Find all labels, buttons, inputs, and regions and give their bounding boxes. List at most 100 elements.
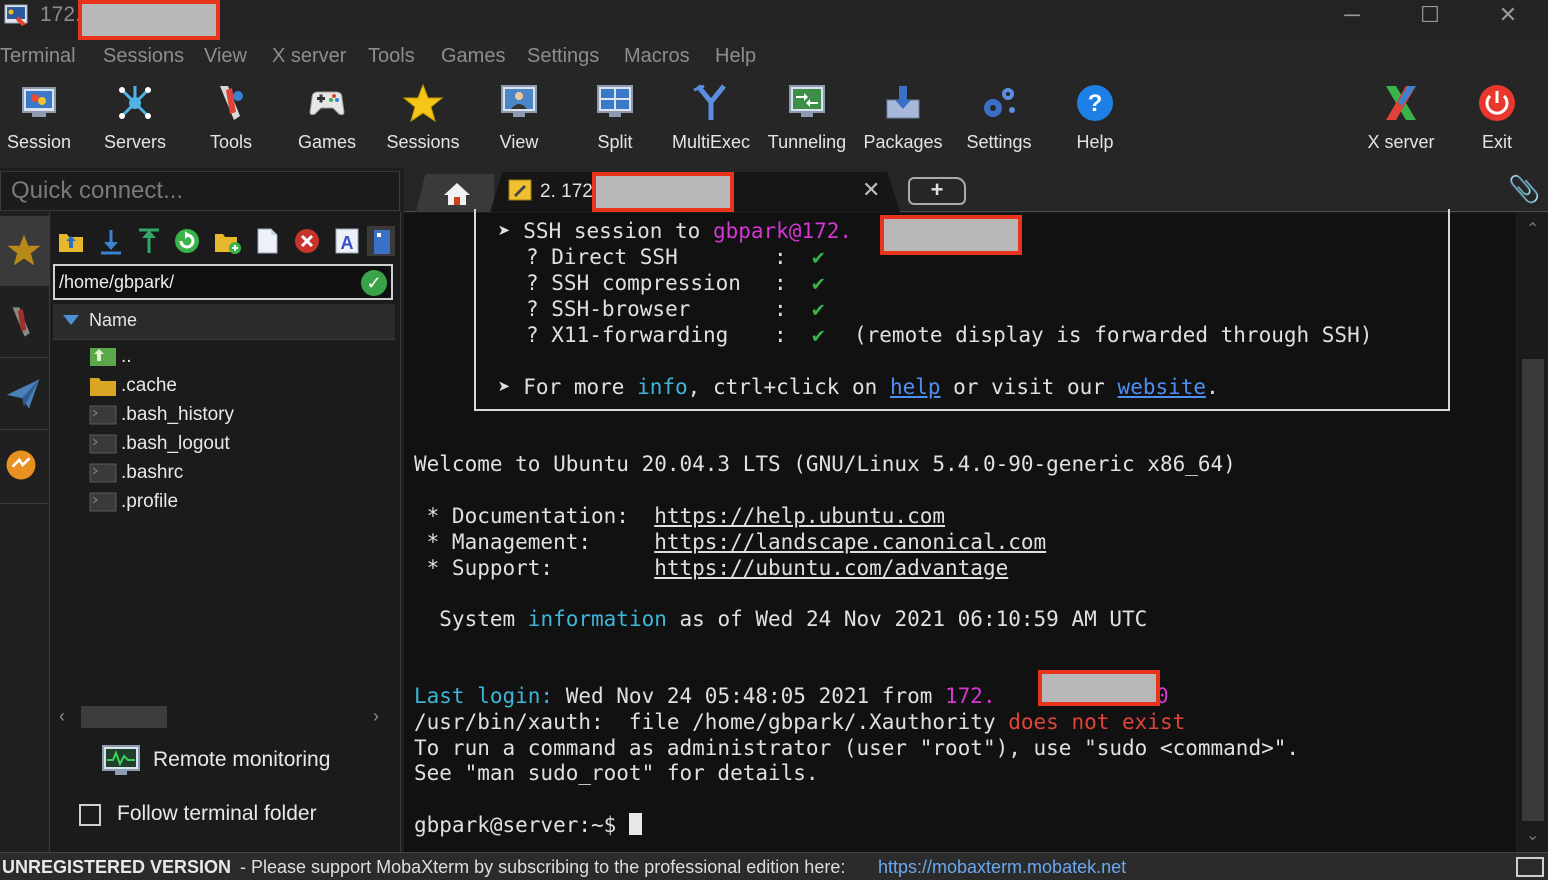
- scrollbar-thumb[interactable]: [81, 706, 167, 728]
- scroll-up-icon[interactable]: ⌃: [1526, 219, 1539, 239]
- close-button[interactable]: ✕: [1478, 0, 1538, 32]
- file-row[interactable]: ..: [89, 344, 389, 372]
- terminal-scrollbar[interactable]: ⌃ ⌄: [1518, 213, 1548, 852]
- scroll-left-icon[interactable]: ‹: [59, 706, 65, 727]
- sidebar-macros[interactable]: [0, 432, 50, 504]
- svg-text:A: A: [341, 233, 354, 253]
- file-row[interactable]: .bash_history: [89, 402, 389, 430]
- name-column-header[interactable]: Name: [53, 304, 395, 340]
- path-input[interactable]: [55, 266, 391, 298]
- menu-x-server[interactable]: X server: [272, 45, 346, 68]
- parent-folder-icon[interactable]: [57, 226, 85, 256]
- help-icon: ?: [1077, 85, 1113, 121]
- monitor-icon[interactable]: [1516, 857, 1544, 877]
- scroll-right-icon[interactable]: ›: [373, 706, 379, 727]
- multiexec-icon: [693, 84, 726, 120]
- menu-view[interactable]: View: [204, 45, 247, 68]
- file-row[interactable]: .profile: [89, 489, 389, 517]
- new-folder-icon[interactable]: [213, 226, 241, 256]
- sysinfo-line: System information as of Wed 24 Nov 2021…: [414, 607, 1147, 631]
- new-file-icon[interactable]: [253, 226, 281, 256]
- redacted-ssh-host: [880, 215, 1022, 255]
- ssh-user: gbpark@172.: [712, 219, 853, 243]
- check-icon: ✔: [812, 271, 825, 295]
- upload-icon[interactable]: [135, 226, 163, 256]
- settings-button[interactable]: Settings: [951, 76, 1047, 168]
- menu-macros[interactable]: Macros: [624, 45, 690, 68]
- menu-terminal[interactable]: Terminal: [0, 45, 76, 68]
- delete-icon[interactable]: [293, 226, 321, 256]
- sort-descending-icon: [63, 315, 79, 325]
- follow-terminal-folder[interactable]: Follow terminal folder: [77, 800, 387, 832]
- exit-button[interactable]: Exit: [1449, 76, 1545, 168]
- sidebar-tools[interactable]: [0, 288, 50, 358]
- star-icon: [402, 83, 444, 123]
- servers-label: Servers: [103, 132, 166, 152]
- split-button[interactable]: Split: [567, 76, 663, 168]
- info-word: info: [637, 375, 688, 399]
- file-row[interactable]: .bashrc: [89, 460, 389, 488]
- maximize-button[interactable]: ☐: [1400, 0, 1460, 32]
- follow-terminal-checkbox[interactable]: [79, 804, 101, 826]
- tab-home[interactable]: [416, 174, 494, 212]
- tab-close-button[interactable]: ✕: [862, 177, 880, 203]
- xserver-button[interactable]: X server: [1353, 76, 1449, 168]
- scrollbar-thumb[interactable]: [1522, 359, 1544, 821]
- view-button[interactable]: View: [471, 76, 567, 168]
- menu-sessions[interactable]: Sessions: [103, 45, 184, 68]
- menu-settings[interactable]: Settings: [527, 45, 599, 68]
- tunneling-button[interactable]: Tunneling: [759, 76, 855, 168]
- prompt-line[interactable]: gbpark@server:~$: [414, 813, 642, 837]
- menu-tools[interactable]: Tools: [368, 45, 415, 68]
- session-button[interactable]: Session: [0, 76, 87, 168]
- file-name: .bash_logout: [121, 433, 230, 454]
- redacted-login-ip: [1038, 670, 1160, 706]
- quick-connect: [0, 171, 400, 211]
- file-row[interactable]: .bash_logout: [89, 431, 389, 459]
- download-icon[interactable]: [97, 226, 125, 256]
- path-confirm-icon[interactable]: ✓: [361, 270, 387, 296]
- paperclip-icon[interactable]: 📎: [1508, 174, 1540, 205]
- help-button[interactable]: ? Help: [1047, 76, 1143, 168]
- horizontal-scrollbar[interactable]: ‹ ›: [59, 706, 391, 728]
- menu-games[interactable]: Games: [441, 45, 505, 68]
- tools-button[interactable]: Tools: [183, 76, 279, 168]
- sessions-label: Sessions: [386, 132, 460, 152]
- sudo-line-1: To run a command as administrator (user …: [414, 736, 1300, 760]
- scroll-down-icon[interactable]: ⌄: [1526, 825, 1539, 845]
- rename-icon[interactable]: A: [333, 226, 361, 256]
- games-button[interactable]: Games: [279, 76, 375, 168]
- documentation-link[interactable]: https://help.ubuntu.com: [654, 504, 945, 528]
- terminal-tab-icon: [508, 179, 532, 201]
- sessions-button[interactable]: Sessions: [375, 76, 471, 168]
- remote-monitoring-button[interactable]: Remote monitoring: [101, 742, 391, 782]
- path-bar: ✓: [53, 264, 393, 300]
- permissions-icon[interactable]: [367, 226, 395, 256]
- sidebar-sessions-star[interactable]: [0, 216, 50, 286]
- minimize-button[interactable]: ─: [1322, 0, 1382, 32]
- sudo-line-2: See "man sudo_root" for details.: [414, 761, 819, 785]
- tools-label: Tools: [209, 132, 253, 152]
- multiexec-button[interactable]: MultiExec: [663, 76, 759, 168]
- file-row[interactable]: .cache: [89, 373, 389, 401]
- packages-button[interactable]: Packages: [855, 76, 951, 168]
- servers-button[interactable]: Servers: [87, 76, 183, 168]
- ssh-session-line: ➤ SSH session to gbpark@172.: [498, 219, 852, 243]
- unregistered-label: UNREGISTERED VERSION: [2, 857, 232, 877]
- packages-label: Packages: [863, 132, 943, 152]
- mobaxterm-website-link[interactable]: https://mobaxterm.mobatek.net: [878, 857, 1126, 878]
- title-bar: 172. ─ ☐ ✕: [0, 0, 1548, 40]
- menu-help[interactable]: Help: [715, 45, 756, 68]
- home-icon: [444, 183, 470, 205]
- terminal-view[interactable]: ➤ SSH session to gbpark@172. ? Direct SS…: [404, 209, 1516, 852]
- website-link[interactable]: website: [1118, 375, 1207, 399]
- xauth-prefix: /usr/bin/xauth: file /home/gbpark/.Xauth…: [414, 710, 1009, 734]
- management-link[interactable]: https://landscape.canonical.com: [654, 530, 1046, 554]
- support-link[interactable]: https://ubuntu.com/advantage: [654, 556, 1008, 580]
- help-link[interactable]: help: [890, 375, 941, 399]
- refresh-icon[interactable]: [173, 226, 201, 256]
- new-tab-button[interactable]: +: [908, 177, 966, 205]
- quick-connect-input[interactable]: [1, 172, 399, 210]
- feature-sep: :: [774, 323, 787, 347]
- sidebar-sftp[interactable]: [0, 360, 50, 430]
